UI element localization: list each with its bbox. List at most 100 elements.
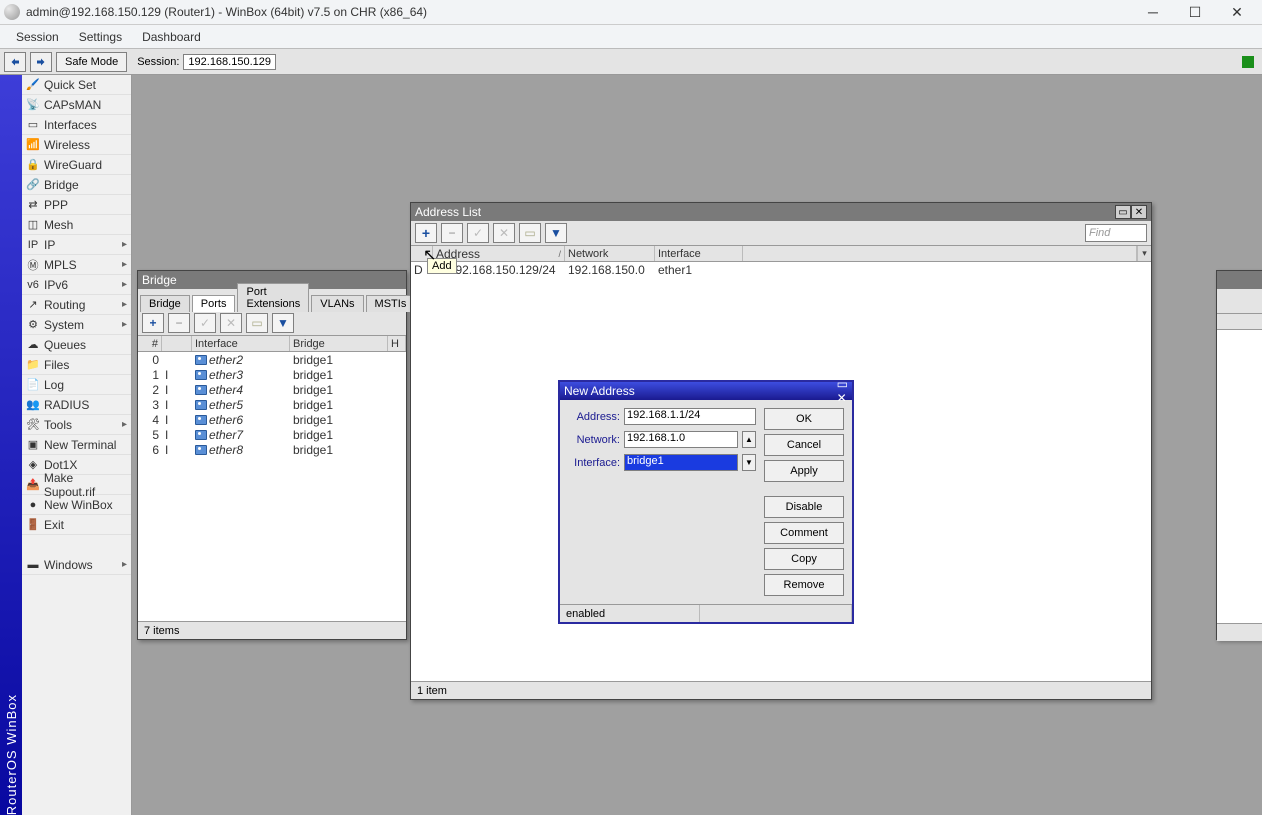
nav-item-log[interactable]: 📄 Log xyxy=(22,375,131,395)
nav-icon: 🚪 xyxy=(26,518,40,532)
nav-label: Log xyxy=(44,378,64,392)
bridge-disable-button[interactable]: ✕ xyxy=(220,313,242,333)
nav-item-new-terminal[interactable]: ▣New Terminal xyxy=(22,435,131,455)
comment-button[interactable]: Comment xyxy=(764,522,844,544)
nav-item-routing[interactable]: ↗Routing▸ xyxy=(22,295,131,315)
bridge-col-iface[interactable]: Interface xyxy=(192,336,290,351)
tab-mstis[interactable]: MSTIs xyxy=(366,295,416,312)
bridge-col-num[interactable]: # xyxy=(138,336,162,351)
addrlist-filter-button[interactable]: ▼ xyxy=(545,223,567,243)
maximize-button[interactable]: ☐ xyxy=(1174,0,1216,24)
bridge-remove-button[interactable]: − xyxy=(168,313,190,333)
nav-label: MPLS xyxy=(44,258,77,272)
nav-item-mpls[interactable]: ⓂMPLS▸ xyxy=(22,255,131,275)
ok-button[interactable]: OK xyxy=(764,408,844,430)
addrlist-min[interactable]: ▭ xyxy=(1115,205,1131,219)
nav-item-ipv6[interactable]: v6IPv6▸ xyxy=(22,275,131,295)
table-row[interactable]: 3Iether5bridge1 xyxy=(138,397,406,412)
nav-item-capsman[interactable]: 📡CAPsMAN xyxy=(22,95,131,115)
addrlist-comment-button[interactable]: ▭ xyxy=(519,223,541,243)
nav-item-interfaces[interactable]: ▭Interfaces xyxy=(22,115,131,135)
table-row[interactable]: 5Iether7bridge1 xyxy=(138,427,406,442)
port-icon xyxy=(195,355,207,365)
copy-button[interactable]: Copy xyxy=(764,548,844,570)
minimize-button[interactable]: ─ xyxy=(1132,0,1174,24)
table-row[interactable]: 1Iether3bridge1 xyxy=(138,367,406,382)
nav-label: Bridge xyxy=(44,178,79,192)
nav-item-radius[interactable]: 👥RADIUS xyxy=(22,395,131,415)
newaddr-close[interactable]: ✕ xyxy=(837,391,848,405)
title-bar: admin@192.168.150.129 (Router1) - WinBox… xyxy=(0,0,1262,25)
cancel-button[interactable]: Cancel xyxy=(764,434,844,456)
addrlist-remove-button[interactable]: − xyxy=(441,223,463,243)
menu-settings[interactable]: Settings xyxy=(69,28,132,46)
bridge-col-flag[interactable] xyxy=(162,336,192,351)
nav-item-wireguard[interactable]: 🔒WireGuard xyxy=(22,155,131,175)
brand-text: RouterOS WinBox xyxy=(4,686,19,815)
safe-mode-button[interactable]: Safe Mode xyxy=(56,52,127,72)
nav-item-queues[interactable]: ☁Queues xyxy=(22,335,131,355)
addrlist-add-button[interactable]: + xyxy=(415,223,437,243)
table-row[interactable]: 6Iether8bridge1 xyxy=(138,442,406,457)
address-input[interactable]: 192.168.1.1/24 xyxy=(624,408,756,425)
menu-dashboard[interactable]: Dashboard xyxy=(132,28,211,46)
nav-icon: ◫ xyxy=(26,218,40,232)
addrlist-col-menu[interactable]: ▾ xyxy=(1137,246,1151,261)
disable-button[interactable]: Disable xyxy=(764,496,844,518)
nav-item-new-winbox[interactable]: ●New WinBox xyxy=(22,495,131,515)
nav-icon: ● xyxy=(26,498,40,512)
nav-item-ppp[interactable]: ⇄PPP xyxy=(22,195,131,215)
table-row[interactable]: 0ether2bridge1 xyxy=(138,352,406,367)
table-row[interactable]: 2Iether4bridge1 xyxy=(138,382,406,397)
nav-icon: ☁ xyxy=(26,338,40,352)
port-icon xyxy=(195,430,207,440)
bridge-col-h[interactable]: H xyxy=(388,336,406,351)
nav-label: New Terminal xyxy=(44,438,116,452)
apply-button[interactable]: Apply xyxy=(764,460,844,482)
bridge-enable-button[interactable]: ✓ xyxy=(194,313,216,333)
remove-button[interactable]: Remove xyxy=(764,574,844,596)
nav-icon: ▭ xyxy=(26,118,40,132)
interface-dropdown[interactable]: ▼ xyxy=(742,454,756,471)
addrlist-col-net[interactable]: Network xyxy=(565,246,655,261)
bridge-footer: 7 items xyxy=(138,621,406,639)
addrlist-enable-button[interactable]: ✓ xyxy=(467,223,489,243)
nav-item-bridge[interactable]: 🔗Bridge xyxy=(22,175,131,195)
tab-ports[interactable]: Ports xyxy=(192,295,236,312)
addrlist-col-iface[interactable]: Interface xyxy=(655,246,743,261)
nav-item-windows[interactable]: ▬Windows▸ xyxy=(22,555,131,575)
nav-item-exit[interactable]: 🚪Exit xyxy=(22,515,131,535)
table-row[interactable]: 4Iether6bridge1 xyxy=(138,412,406,427)
addrlist-close[interactable]: ✕ xyxy=(1131,205,1147,219)
undo-button[interactable] xyxy=(4,52,26,72)
addrlist-find[interactable]: Find xyxy=(1085,224,1147,242)
nav-item-ip[interactable]: IPIP▸ xyxy=(22,235,131,255)
nav-item-files[interactable]: 📁Files xyxy=(22,355,131,375)
tab-vlans[interactable]: VLANs xyxy=(311,295,363,312)
nav-item-quick-set[interactable]: 🖌️Quick Set xyxy=(22,75,131,95)
tab-port-extensions[interactable]: Port Extensions xyxy=(237,283,309,312)
addrlist-disable-button[interactable]: ✕ xyxy=(493,223,515,243)
tab-bridge[interactable]: Bridge xyxy=(140,295,190,312)
session-address: 192.168.150.129 xyxy=(183,54,276,70)
nav-item-system[interactable]: ⚙System▸ xyxy=(22,315,131,335)
network-collapse[interactable]: ▲ xyxy=(742,431,756,448)
chevron-right-icon: ▸ xyxy=(122,419,127,430)
network-input[interactable]: 192.168.1.0 xyxy=(624,431,738,448)
interface-input[interactable]: bridge1 xyxy=(624,454,738,471)
addrlist-row[interactable]: D ⚑192.168.150.129/24 192.168.150.0 ethe… xyxy=(411,262,1151,277)
bridge-filter-button[interactable]: ▼ xyxy=(272,313,294,333)
nav-item-make-supout.rif[interactable]: 📤Make Supout.rif xyxy=(22,475,131,495)
bridge-col-bridge[interactable]: Bridge xyxy=(290,336,388,351)
nav-item-mesh[interactable]: ◫Mesh xyxy=(22,215,131,235)
nav-icon: 📄 xyxy=(26,378,40,392)
window-title: admin@192.168.150.129 (Router1) - WinBox… xyxy=(26,5,1132,19)
bridge-comment-button[interactable]: ▭ xyxy=(246,313,268,333)
nav-item-wireless[interactable]: 📶Wireless xyxy=(22,135,131,155)
newaddr-min[interactable]: ▭ xyxy=(837,377,848,391)
bridge-add-button[interactable]: + xyxy=(142,313,164,333)
nav-item-tools[interactable]: 🛠Tools▸ xyxy=(22,415,131,435)
close-button[interactable]: ✕ xyxy=(1216,0,1258,24)
menu-session[interactable]: Session xyxy=(6,28,69,46)
redo-button[interactable] xyxy=(30,52,52,72)
